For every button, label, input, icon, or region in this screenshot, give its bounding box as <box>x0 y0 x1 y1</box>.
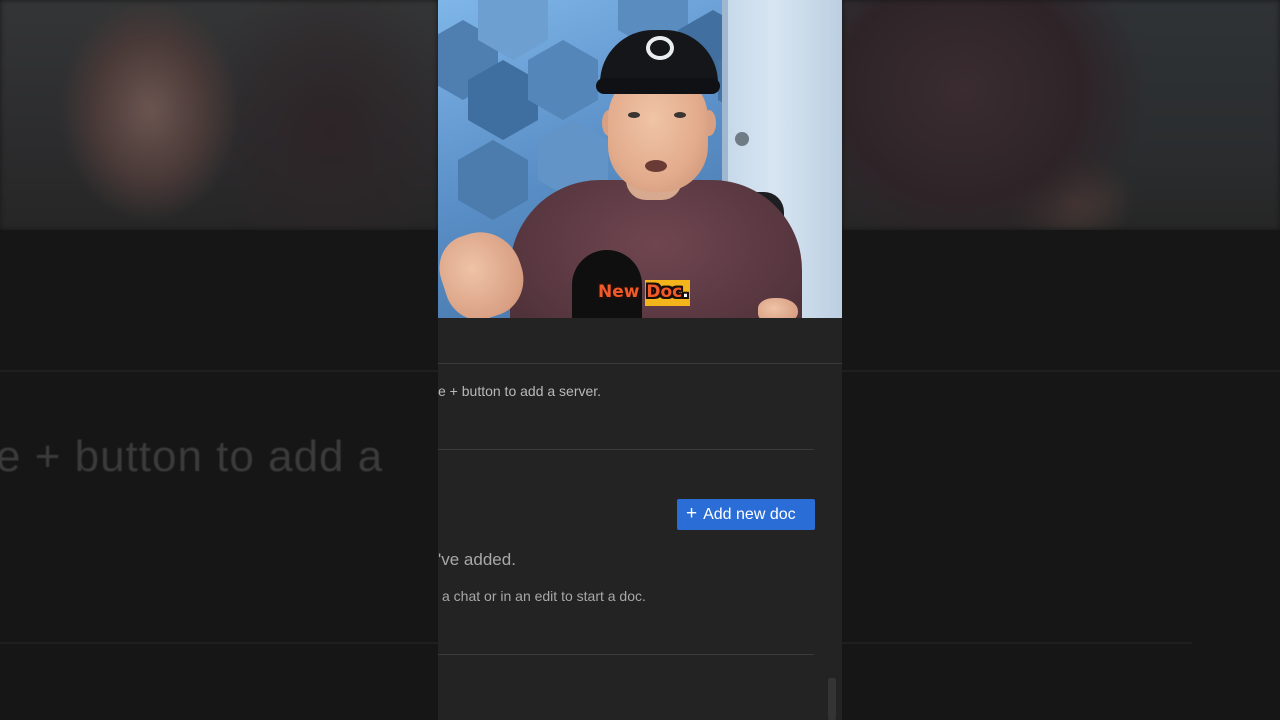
blurred-background-left: e + button to add a <box>0 0 438 720</box>
blurred-background-right <box>842 0 1280 720</box>
video-frame: e + button to add a New Doc. e + button … <box>0 0 1280 720</box>
presenter-hand-right <box>758 298 798 318</box>
blurred-video-right <box>842 0 1280 230</box>
section-divider <box>438 654 814 655</box>
door-knob <box>735 132 749 146</box>
add-new-doc-label: Add new doc <box>703 505 796 523</box>
docs-empty-hint: a chat or in an edit to start a doc. <box>442 588 646 604</box>
caption-word: New <box>598 282 640 302</box>
docs-empty-title: 've added. <box>438 550 516 569</box>
add-new-doc-button[interactable]: + Add new doc <box>677 499 815 530</box>
caption-highlighted-word: Doc. <box>645 280 690 306</box>
subtitle-caption: New Doc. <box>598 280 690 306</box>
blurred-zoomed-text: e + button to add a <box>0 432 384 481</box>
plus-icon: + <box>686 502 698 524</box>
webcam-video: New Doc. <box>438 0 842 318</box>
presenter-cap-brim <box>596 78 720 94</box>
cap-logo-icon <box>646 36 674 60</box>
settings-panel: e + button to add a server. + Add new do… <box>438 318 842 720</box>
caption-punctuation: . <box>682 282 689 302</box>
section-divider <box>438 449 814 450</box>
scrollbar-thumb[interactable] <box>828 678 836 720</box>
caption-word: Doc <box>646 282 683 302</box>
mcp-servers-hint: e + button to add a server. <box>438 383 602 399</box>
blurred-divider <box>842 370 1280 372</box>
center-column: New Doc. e + button to add a server. + A… <box>438 0 842 720</box>
wall-panel <box>458 140 528 220</box>
presenter-mouth <box>645 160 667 172</box>
blurred-divider <box>0 370 438 372</box>
wall-panel <box>528 40 598 120</box>
presenter-eye <box>628 112 640 118</box>
blurred-video-left <box>0 0 438 230</box>
presenter-eye <box>674 112 686 118</box>
section-divider <box>438 363 842 364</box>
blurred-panel-right <box>842 230 1280 720</box>
blurred-divider <box>0 642 438 644</box>
blurred-divider <box>842 642 1192 644</box>
